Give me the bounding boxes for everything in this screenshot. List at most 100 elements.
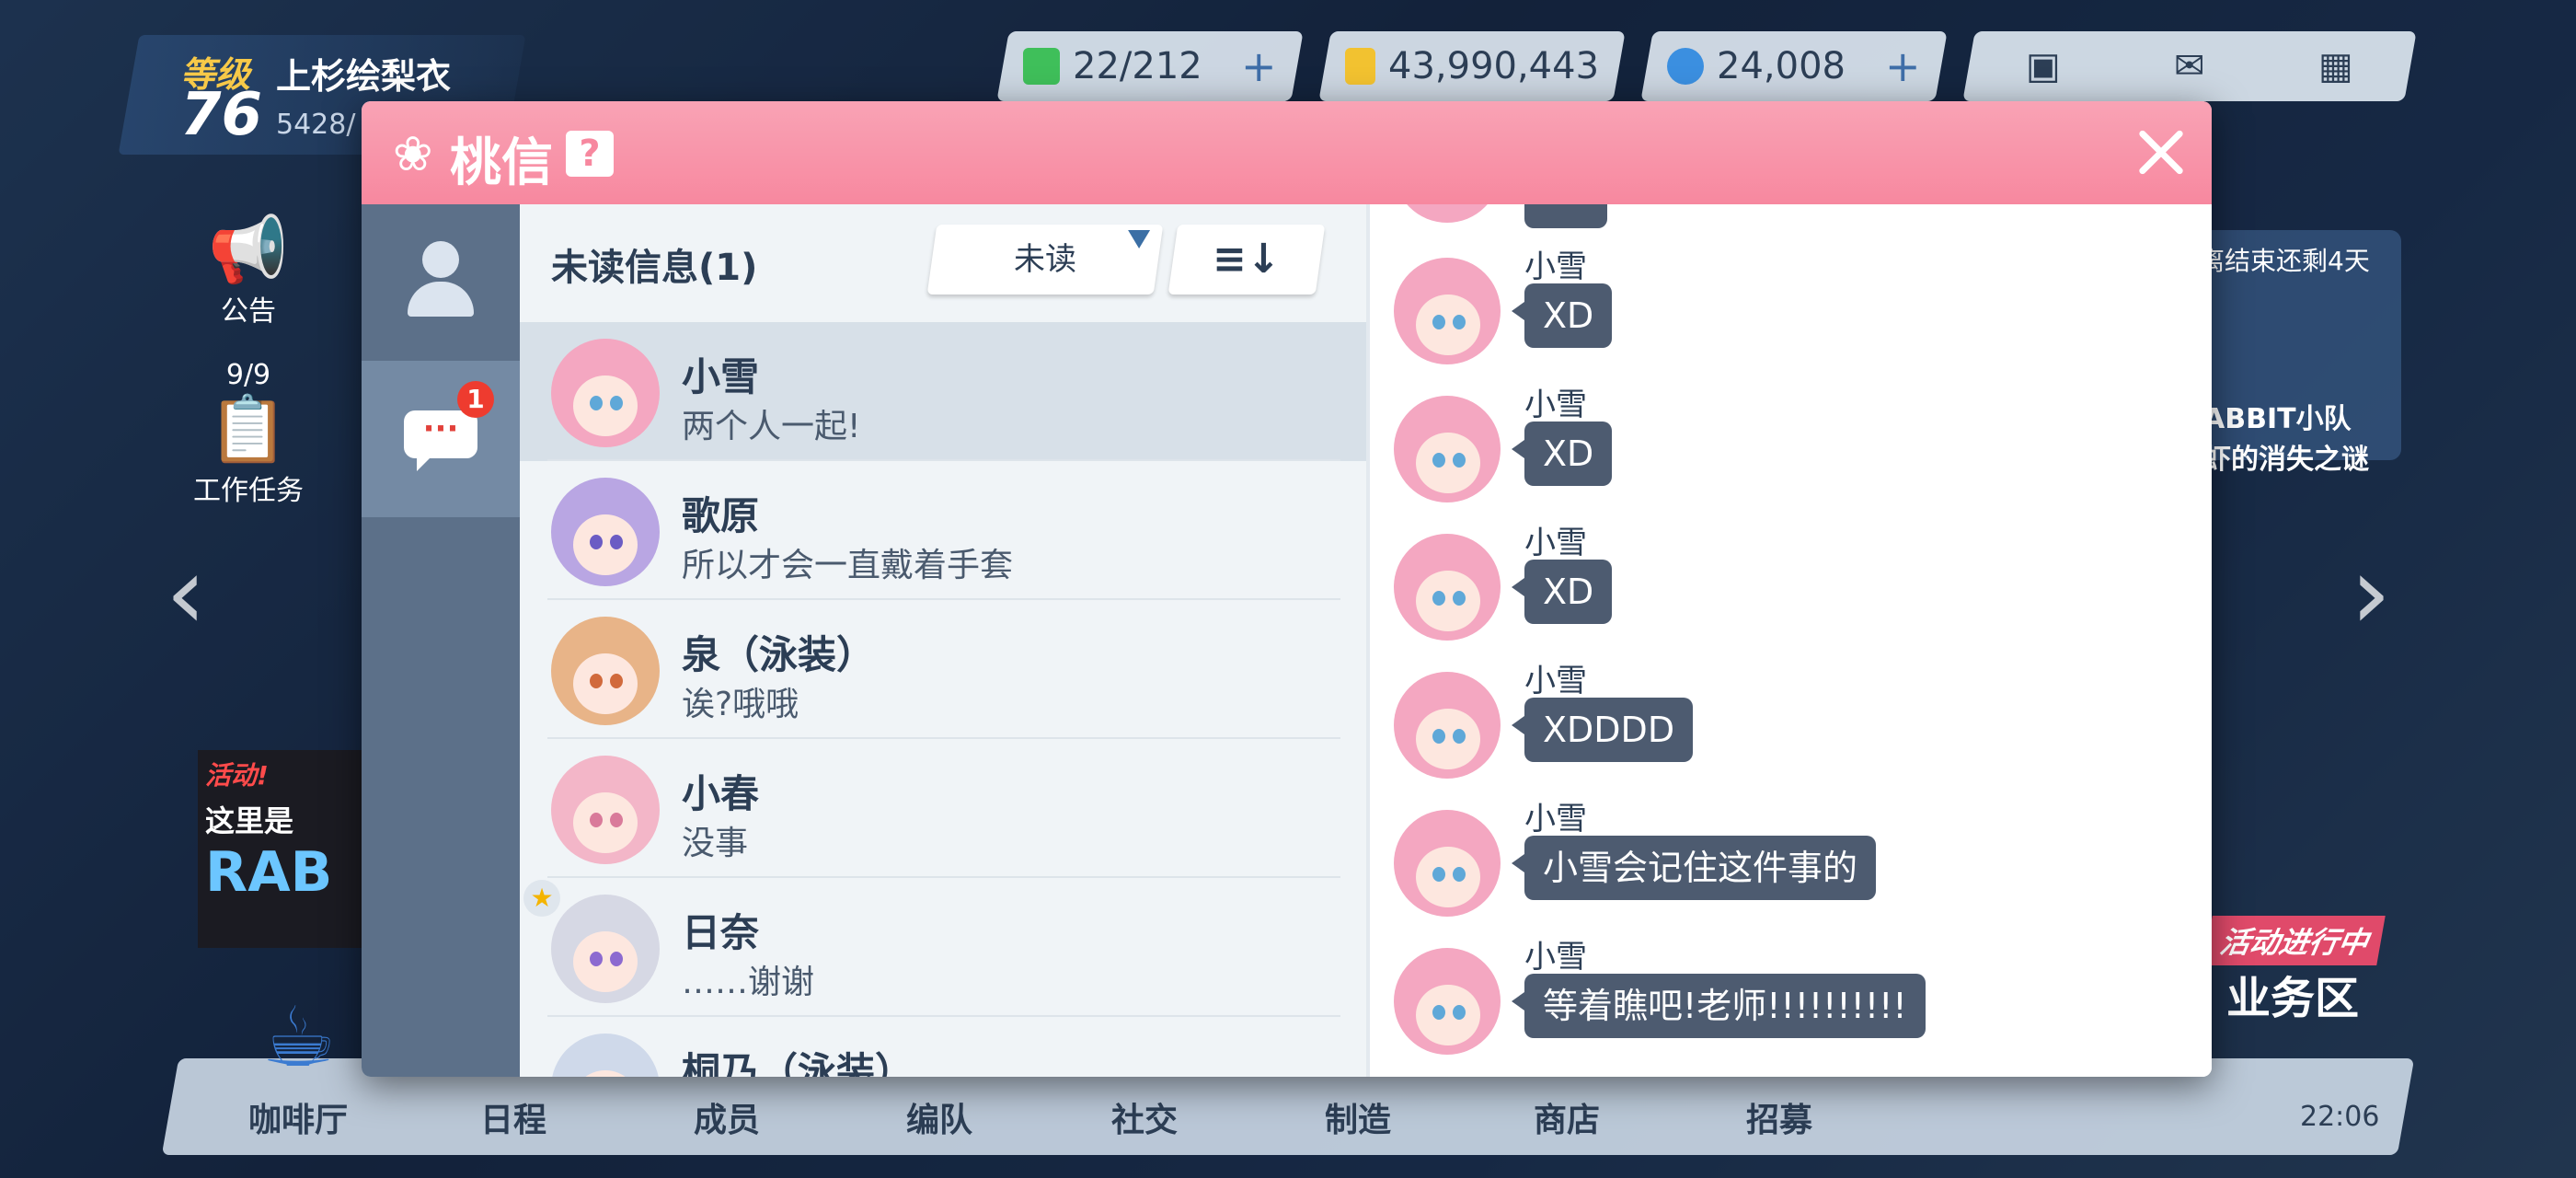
message-bubble: XDDDD — [1511, 698, 1694, 762]
avatar — [1394, 258, 1501, 364]
avatar — [1394, 534, 1501, 641]
banner-line1: 这里是 — [205, 803, 294, 838]
chat-message: 小雪 等着瞧吧!老师!!!!!!!!!! — [1388, 930, 2198, 1068]
modal-header — [362, 101, 2212, 204]
help-button[interactable]: ? — [566, 131, 614, 177]
contact-row[interactable]: 泉（泳装） 诶?哦哦 — [520, 600, 1366, 739]
nav-members[interactable]: 成员 — [694, 1093, 760, 1141]
chat-message: 小雪 XD — [1388, 377, 2198, 515]
momotalk-modal: ❀ 桃信 ? ··· 1 未读信息(1) 未读 ≡↓ 小雪 两个人一起! 歌原 所以才… — [362, 101, 2212, 1077]
filter-label: 未读 — [1014, 241, 1076, 278]
nav-shop[interactable]: 商店 — [1534, 1093, 1600, 1141]
notice-label: 公告 — [221, 295, 276, 328]
lightning-icon — [1023, 48, 1060, 85]
message-sender: 小雪 — [1524, 663, 1587, 699]
contact-name: 泉（泳装） — [682, 632, 876, 677]
profile-card-icon[interactable]: ▣ — [2026, 45, 2061, 87]
clock: 22:06 — [2300, 1101, 2380, 1133]
chat-message: 小雪 XDDDD — [1388, 653, 2198, 791]
nav-recruit[interactable]: 招募 — [1746, 1093, 1812, 1141]
credits-value: 43,990,443 — [1387, 45, 1599, 87]
filter-dropdown[interactable]: 未读 — [926, 225, 1164, 294]
menu-grid-icon[interactable]: ▦ — [2318, 45, 2353, 87]
mail-icon[interactable]: ✉ — [2174, 45, 2205, 87]
nav-schedule[interactable]: 日程 — [480, 1093, 546, 1141]
contact-name: 小雪 — [682, 354, 760, 399]
person-icon — [402, 241, 479, 318]
nav-craft[interactable]: 制造 — [1325, 1093, 1391, 1141]
task-button[interactable]: 9/9 📋 工作任务 — [184, 359, 313, 508]
avatar — [1394, 810, 1501, 917]
contact-last-message: 两个人一起! — [682, 408, 861, 445]
right-arrow-icon[interactable]: › — [2351, 534, 2391, 652]
level-value: 76 — [180, 81, 263, 149]
sort-icon: ≡↓ — [1213, 236, 1281, 283]
credits-counter: 43,990,443 — [1318, 31, 1626, 101]
tab-messages[interactable]: ··· 1 — [362, 361, 520, 517]
star-icon: ★ — [523, 880, 560, 917]
avatar — [551, 1034, 660, 1077]
contact-name: 日奈 — [682, 910, 760, 955]
avatar — [551, 895, 660, 1003]
avatar — [1394, 948, 1501, 1055]
close-button[interactable] — [2128, 120, 2194, 186]
coffee-cup-icon: ☕ — [261, 989, 337, 1086]
chat-message: 小雪 XD — [1388, 239, 2198, 377]
modal-title: 桃信 — [450, 133, 553, 193]
avatar — [551, 478, 660, 586]
gems-counter[interactable]: 24,008 + — [1640, 31, 1948, 101]
event-remaining: 离结束还剩4天 — [2199, 246, 2370, 276]
activity-tag: 活动进行中 — [2203, 916, 2386, 965]
player-name: 上杉绘梨衣 — [276, 56, 452, 97]
plus-icon[interactable]: + — [1241, 41, 1277, 91]
message-sender: 小雪 — [1524, 248, 1587, 285]
contact-row[interactable]: 日奈 ……谢谢 ★ — [520, 878, 1366, 1017]
rabbit-event-title: ABBIT小队 虾的消失之谜 — [2203, 403, 2369, 476]
tab-students[interactable] — [362, 204, 520, 361]
contact-name: 歌原 — [682, 493, 760, 538]
dropdown-triangle-icon — [1128, 230, 1151, 248]
notice-button[interactable]: 📢 公告 — [184, 212, 313, 329]
nav-formation[interactable]: 编队 — [906, 1093, 972, 1141]
message-sender: 小雪 — [1524, 387, 1587, 423]
megaphone-icon: 📢 — [208, 212, 289, 287]
gem-icon — [1667, 48, 1704, 85]
event-banner[interactable]: 活动! 这里是 RAB — [198, 750, 373, 948]
ap-value: 22/212 — [1073, 45, 1202, 87]
plus-icon[interactable]: + — [1885, 41, 1921, 91]
message-bubble: 小雪会记住这件事的 — [1511, 836, 1877, 900]
chat-message: 小雪 XD — [1388, 515, 2198, 653]
player-exp: 5428/ — [276, 109, 356, 141]
ap-counter[interactable]: 22/212 + — [996, 31, 1304, 101]
message-sender: 小雪 — [1524, 939, 1587, 976]
contact-last-message: 所以才会一直戴着手套 — [682, 547, 1014, 584]
avatar-partial — [1394, 204, 1501, 223]
message-sender: 小雪 — [1524, 525, 1587, 561]
nav-social[interactable]: 社交 — [1111, 1093, 1178, 1141]
contact-row[interactable]: 桐乃（泳装） — [520, 1017, 1366, 1077]
chat-panel[interactable]: 小雪 XD 小雪 XD 小雪 XD 小雪 XDDDD 小雪 小雪会记住这件事的 小雪 等着瞧吧!老师!… — [1366, 204, 2212, 1077]
contact-last-message: 诶?哦哦 — [682, 686, 799, 723]
message-bubble: XD — [1511, 283, 1613, 348]
peach-logo-icon: ❀ — [393, 127, 433, 182]
left-arrow-icon[interactable]: ‹ — [166, 534, 206, 652]
avatar — [1394, 672, 1501, 779]
contact-row[interactable]: 小春 没事 — [520, 739, 1366, 878]
chat-message: 小雪 小雪会记住这件事的 — [1388, 791, 2198, 930]
avatar — [1394, 396, 1501, 502]
message-bubble: 等着瞧吧!老师!!!!!!!!!! — [1512, 974, 1926, 1038]
message-bubble: XD — [1511, 422, 1613, 486]
banner-tag: 活动! — [205, 760, 269, 791]
nav-cafe[interactable]: 咖啡厅 — [248, 1093, 348, 1141]
unread-title: 未读信息(1) — [551, 247, 758, 289]
sort-button[interactable]: ≡↓ — [1167, 225, 1326, 294]
task-count: 9/9 — [225, 359, 271, 391]
contact-list-panel: 未读信息(1) 未读 ≡↓ 小雪 两个人一起! 歌原 所以才会一直戴着手套 泉（泳装）诶… — [520, 204, 1366, 1077]
top-icon-bar: ▣ ✉ ▦ — [1962, 31, 2417, 101]
contact-row[interactable]: 小雪两个人一起! — [520, 322, 1366, 461]
contact-row[interactable]: 歌原所以才会一直戴着手套 — [520, 461, 1366, 600]
business-zone-button[interactable]: 业务区 — [2226, 962, 2359, 1026]
message-bubble-partial — [1524, 204, 1607, 228]
gems-value: 24,008 — [1717, 45, 1846, 87]
contact-last-message: ……谢谢 — [682, 964, 815, 1001]
